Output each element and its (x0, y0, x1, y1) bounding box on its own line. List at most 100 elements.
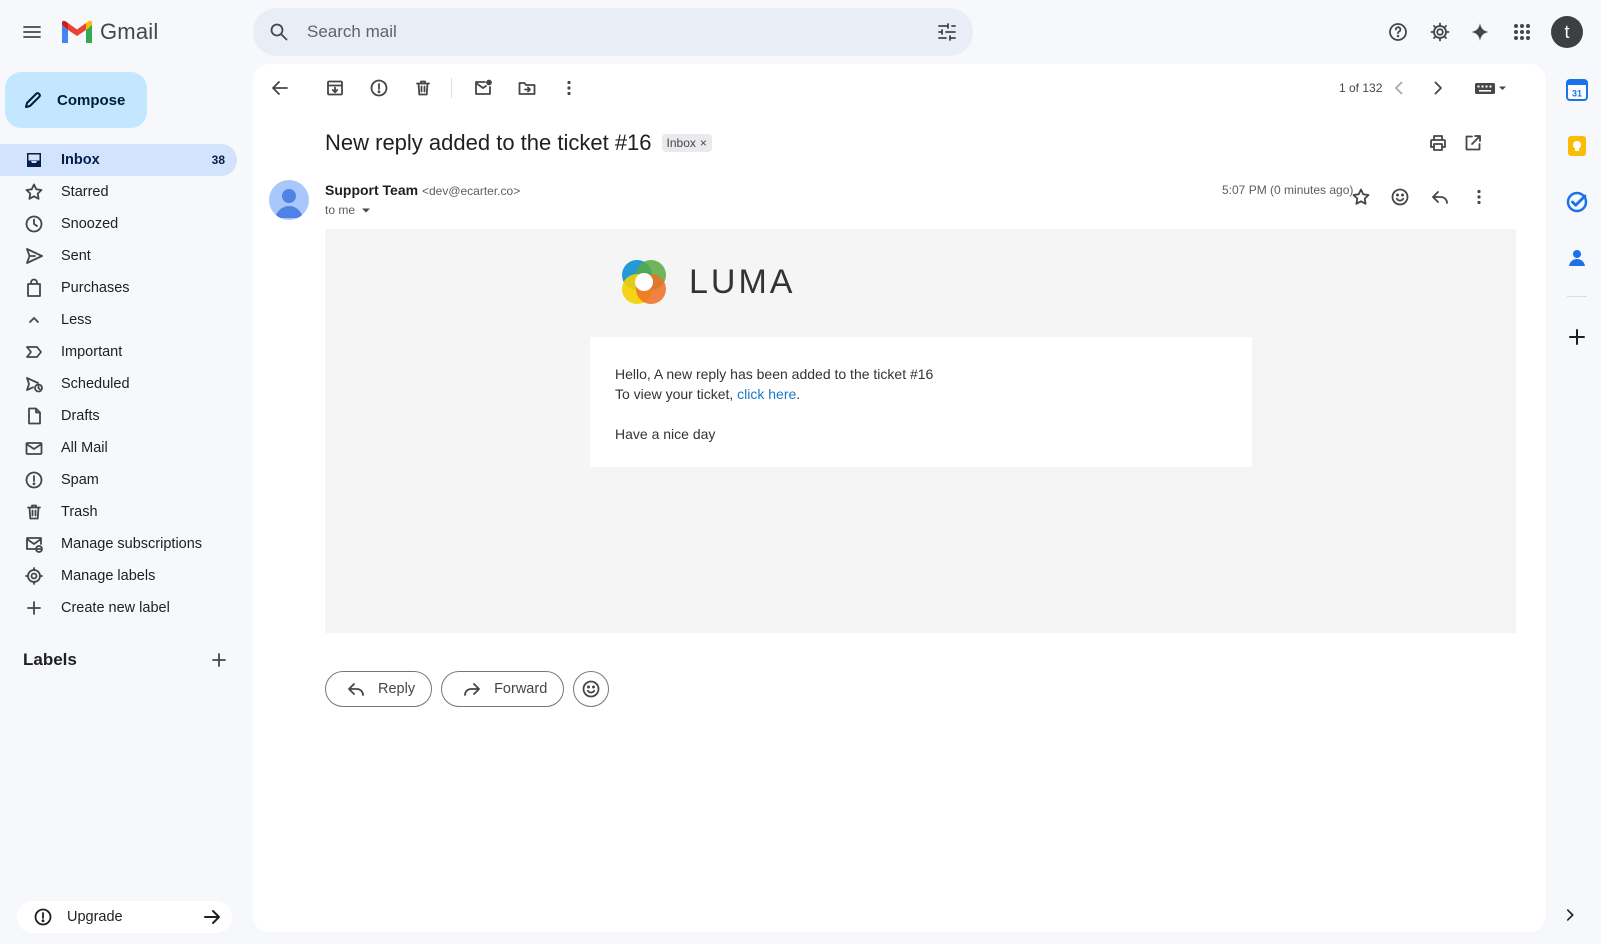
sidebar-item-purchases[interactable]: Purchases (0, 272, 237, 304)
sidebar-item-less[interactable]: Less (0, 304, 237, 336)
reply-button[interactable]: Reply (325, 671, 433, 707)
sidebar-item-label: Create new label (61, 600, 170, 616)
open-new-window-button[interactable] (1454, 124, 1492, 162)
contacts-app-button[interactable] (1559, 240, 1595, 276)
compose-label: Compose (57, 91, 126, 109)
input-tools-button[interactable] (1469, 69, 1513, 107)
sidebar-item-drafts[interactable]: Drafts (0, 400, 237, 432)
support-button[interactable] (1378, 12, 1418, 52)
settings-button[interactable] (1420, 12, 1460, 52)
clock-icon (25, 215, 43, 233)
forward-button[interactable]: Forward (441, 671, 565, 707)
sidebar-item-label: Manage subscriptions (61, 536, 203, 552)
sidebar-item-inbox[interactable]: Inbox 38 (0, 144, 237, 176)
ticket-link[interactable]: click here (737, 386, 796, 402)
gear-icon (1430, 22, 1450, 42)
search-options-icon[interactable] (937, 22, 957, 42)
get-addons-button[interactable] (1559, 319, 1595, 355)
sidebar-item-label: Sent (61, 248, 91, 264)
archive-button[interactable] (316, 69, 354, 107)
more-options-button[interactable] (550, 69, 588, 107)
sidebar-item-snoozed[interactable]: Snoozed (0, 208, 237, 240)
plus-icon (1569, 329, 1585, 345)
forward-label: Forward (494, 681, 548, 697)
move-to-button[interactable] (508, 69, 546, 107)
compose-button[interactable]: Compose (5, 72, 147, 128)
sidebar-item-manage-labels[interactable]: Manage labels (0, 560, 237, 592)
archive-icon (327, 80, 343, 96)
sender-avatar[interactable] (269, 180, 309, 220)
email-view-line: To view your ticket, click here. (615, 384, 1227, 404)
main-menu-button[interactable] (12, 12, 52, 52)
back-button[interactable] (261, 69, 299, 107)
more-vert-icon (1477, 189, 1481, 205)
add-reaction-button[interactable] (1381, 178, 1419, 216)
report-spam-button[interactable] (360, 69, 398, 107)
message-more-button[interactable] (1460, 178, 1498, 216)
view-prefix: To view your ticket, (615, 386, 738, 402)
search-icon[interactable] (269, 22, 289, 42)
keep-app-button[interactable] (1559, 128, 1595, 164)
google-apps-button[interactable] (1502, 12, 1542, 52)
sidebar-item-starred[interactable]: Starred (0, 176, 237, 208)
account-avatar[interactable]: t (1551, 16, 1583, 48)
apps-grid-icon (1514, 24, 1530, 40)
reply-icon (1432, 191, 1448, 204)
mark-unread-icon (475, 79, 492, 95)
label-important-icon (26, 346, 42, 358)
email-greeting: Hello, A new reply has been added to the… (615, 366, 934, 382)
sidebar-item-label: Inbox (61, 152, 100, 168)
trash-icon (416, 80, 430, 96)
recipient-details[interactable]: to me (325, 203, 373, 217)
mark-unread-button[interactable] (464, 69, 502, 107)
keep-icon (1568, 136, 1586, 156)
delete-button[interactable] (404, 69, 442, 107)
keyboard-icon (1475, 83, 1506, 94)
upgrade-button[interactable]: Upgrade (17, 901, 232, 933)
add-label-icon[interactable] (209, 650, 229, 670)
sidebar-item-label: Trash (61, 504, 98, 520)
gmail-m-icon (62, 20, 92, 43)
chevron-up-icon (29, 317, 39, 323)
star-button[interactable] (1342, 178, 1380, 216)
sender-name[interactable]: Support Team (325, 182, 418, 198)
more-vert-icon (567, 80, 571, 96)
gemini-button[interactable] (1460, 12, 1500, 52)
luma-wordmark: LUMA (689, 262, 796, 301)
pagination-text: 1 of 132 (1339, 81, 1383, 95)
sidebar-item-create-label[interactable]: Create new label (0, 592, 237, 624)
info-icon (34, 908, 52, 926)
shopping-bag-icon (27, 278, 41, 297)
sidebar-item-spam[interactable]: Spam (0, 464, 237, 496)
remove-label-icon[interactable]: × (700, 136, 707, 150)
sidebar-item-all-mail[interactable]: All Mail (0, 432, 237, 464)
luma-logo: LUMA (617, 255, 795, 309)
unread-count: 38 (211, 153, 225, 167)
app-name: Gmail (100, 19, 159, 44)
sidebar-item-important[interactable]: Important (0, 336, 237, 368)
report-icon (370, 79, 388, 97)
unsubscribe-icon (26, 537, 43, 553)
show-side-panel-button[interactable] (1561, 906, 1579, 924)
print-all-button[interactable] (1419, 124, 1457, 162)
reply-icon-button[interactable] (1421, 178, 1459, 216)
emoji-reaction-button[interactable] (573, 671, 610, 707)
gmail-logo[interactable]: Gmail (60, 14, 158, 50)
message-subject: New reply added to the ticket #16 (325, 130, 652, 155)
sidebar-nav: Inbox 38 Starred Snoozed Sent Purchases … (0, 144, 237, 624)
pencil-icon (25, 92, 41, 108)
sidebar-item-manage-subscriptions[interactable]: Manage subscriptions (0, 528, 237, 560)
sidebar-item-sent[interactable]: Sent (0, 240, 237, 272)
tasks-app-button[interactable] (1559, 184, 1595, 220)
chevron-left-icon (1395, 81, 1403, 95)
sender-email: <dev@ecarter.co> (421, 184, 521, 198)
calendar-app-button[interactable]: 31 (1559, 72, 1595, 108)
sidebar-item-label: Manage labels (61, 568, 156, 584)
open-in-new-icon (1465, 135, 1481, 151)
calendar-day: 31 (1572, 89, 1582, 99)
older-button[interactable] (1419, 69, 1457, 107)
sidebar-item-trash[interactable]: Trash (0, 496, 237, 528)
sidebar-item-scheduled[interactable]: Scheduled (0, 368, 237, 400)
newer-button[interactable] (1380, 69, 1418, 107)
search-input[interactable] (307, 8, 867, 56)
